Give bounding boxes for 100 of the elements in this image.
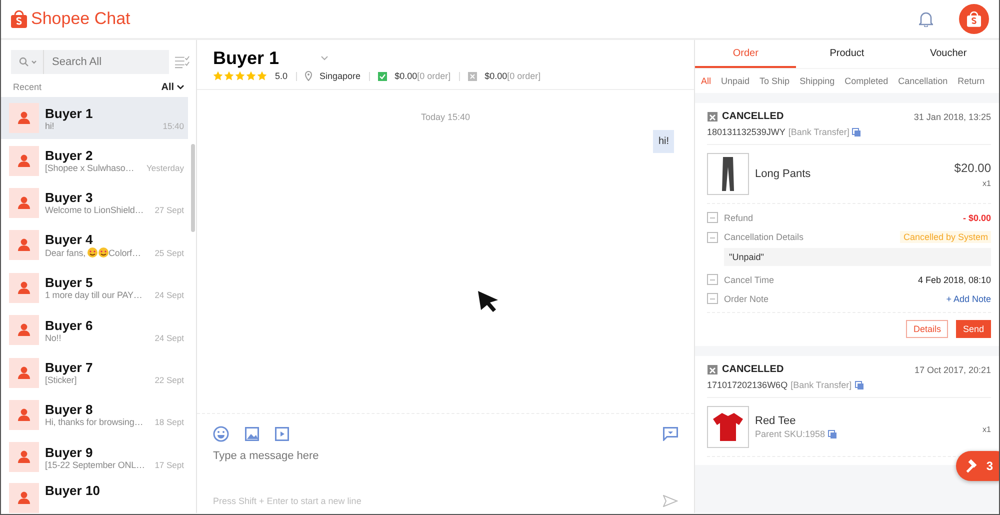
conversation-item[interactable]: Buyer 4 Dear fans, Colorf… 25 Sept [1, 224, 188, 267]
conversation-item[interactable]: Buyer 2 [Shopee x Sulwhaso… Yesterday [1, 139, 188, 182]
video-icon[interactable] [275, 427, 289, 441]
copy-icon[interactable] [828, 430, 838, 438]
floating-action-button[interactable]: 3 [956, 451, 999, 481]
conversation-item[interactable]: Buyer 5 1 more day till our PAY… 24 Sept [1, 266, 188, 309]
conversation-item[interactable]: Buyer 10 [1, 478, 188, 513]
detail-label: Order Note [724, 294, 769, 304]
person-icon [17, 366, 31, 380]
product-image [707, 406, 749, 448]
emoji-icon [86, 247, 98, 258]
star-icon [257, 71, 267, 81]
search-scope-button[interactable] [11, 50, 43, 74]
input-hint: Press Shift + Enter to start a new line [213, 496, 362, 506]
person-icon [17, 408, 31, 422]
buyer-name: Buyer 5 [45, 275, 94, 290]
message-time: 25 Sept [154, 248, 184, 258]
star-icon [213, 71, 223, 81]
message-preview: 1 more day till our PAY… [45, 290, 144, 300]
order-date: 31 Jan 2018, 13:25 [914, 112, 991, 122]
emoji-icon [98, 247, 109, 258]
section-label: Recent [13, 82, 42, 93]
order-filter-tab[interactable]: Cancellation [898, 76, 948, 86]
message-timestamp: Today 15:40 [420, 112, 470, 122]
image-icon[interactable] [245, 427, 259, 441]
location-text: Singapore [320, 71, 361, 81]
message-preview: [Shopee x Sulwhaso… [45, 163, 136, 174]
cancelled-icon [468, 72, 477, 80]
buyer-name: Buyer 1 [45, 106, 94, 121]
cancelled-status-icon [707, 364, 718, 375]
search-icon [19, 57, 39, 67]
profile-avatar[interactable] [959, 4, 989, 34]
order-filter-tab[interactable]: To Ship [760, 76, 790, 86]
order-action-button[interactable]: Details [906, 320, 948, 338]
notification-bell-icon[interactable] [919, 11, 933, 27]
copy-icon[interactable] [852, 128, 862, 136]
check-icon [378, 72, 387, 80]
message-bubble: hi! [653, 130, 674, 153]
product-quantity: x1 [982, 178, 991, 188]
buyer-name: Buyer 8 [45, 402, 94, 418]
cancellation-reason: "Unpaid" [724, 248, 991, 266]
buyer-name: Buyer 10 [45, 482, 101, 498]
detail-value: - $0.00 [962, 212, 991, 222]
person-icon [17, 490, 31, 505]
completed-amount: $0.00[0 order] [394, 71, 451, 81]
person-icon [17, 280, 31, 295]
emoji-button-icon[interactable] [213, 426, 229, 442]
message-time: 24 Sept [154, 290, 184, 300]
payment-method: [Bank Transfer] [790, 380, 852, 390]
checklist-icon[interactable] [175, 55, 190, 69]
detail-value[interactable]: + Add Note [946, 294, 991, 304]
payment-method: [Bank Transfer] [788, 127, 850, 137]
order-filter-tab[interactable]: Return [958, 76, 985, 86]
message-time: 17 Sept [154, 460, 184, 470]
message-time: 24 Sept [154, 332, 184, 343]
order-filter-tab[interactable]: All [701, 76, 712, 86]
conversation-item[interactable]: Buyer 3 Welcome to LionShield… 27 Sept [1, 182, 188, 224]
panel-tab[interactable]: Voucher [898, 40, 999, 68]
app-title: Shopee Chat [31, 9, 130, 29]
detail-label: Cancellation Details [724, 232, 804, 242]
order-filter-tab[interactable]: Completed [844, 76, 888, 86]
caret-icon[interactable] [177, 85, 184, 90]
message-preview: No!! [45, 332, 62, 343]
detail-value: 4 Feb 2018, 08:10 [918, 274, 991, 284]
order-filter-tab[interactable]: Shipping [800, 76, 835, 86]
detail-row-icon [707, 212, 718, 223]
star-icon [235, 71, 245, 81]
detail-row-icon [707, 232, 718, 242]
panel-tab[interactable]: Product [796, 40, 898, 68]
conversation-item[interactable]: Buyer 1 hi! 15:40 [1, 97, 188, 140]
conversation-item[interactable]: Buyer 7 [Sticker] 22 Sept [1, 351, 188, 394]
message-preview: Dear fans, Colorf… [45, 247, 142, 258]
order-status: CANCELLED [722, 364, 784, 375]
conversation-item[interactable]: Buyer 9 [15-22 September ONL… 17 Sept [1, 436, 188, 479]
star-icon [224, 71, 234, 81]
mouse-cursor-icon [477, 290, 499, 314]
conversation-item[interactable]: Buyer 8 Hi, thanks for browsing… 18 Sept [1, 394, 188, 436]
person-icon [17, 154, 31, 168]
send-icon[interactable] [663, 495, 678, 507]
message-preview: Welcome to LionShield… [45, 205, 145, 216]
detail-value: Cancelled by System [900, 231, 991, 243]
order-filter-tab[interactable]: Unpaid [721, 76, 750, 86]
order-action-button[interactable]: Send [956, 320, 991, 338]
rating-value: 5.0 [275, 71, 288, 81]
copy-icon[interactable] [854, 380, 864, 390]
message-preview: [15-22 September ONL… [45, 460, 146, 470]
detail-row-icon [707, 293, 718, 304]
product-sku: Parent SKU:1958 [755, 429, 826, 439]
chat-template-icon[interactable] [663, 427, 678, 441]
message-preview: Hi, thanks for browsing… [45, 417, 144, 428]
buyer-name: Buyer 3 [45, 190, 94, 206]
shopping-bag-logo-icon [11, 10, 27, 28]
buyer-name: Buyer 6 [45, 318, 94, 333]
conversation-item[interactable]: Buyer 6 No!! 24 Sept [1, 308, 188, 352]
filter-dropdown[interactable]: All [161, 82, 184, 93]
search-field[interactable]: Search All [43, 50, 169, 74]
order-id: 171017202136W6Q [707, 380, 788, 390]
product-name: Red Tee [755, 415, 797, 427]
buyer-name-heading: Buyer 1 [213, 48, 280, 69]
person-icon [17, 323, 31, 338]
